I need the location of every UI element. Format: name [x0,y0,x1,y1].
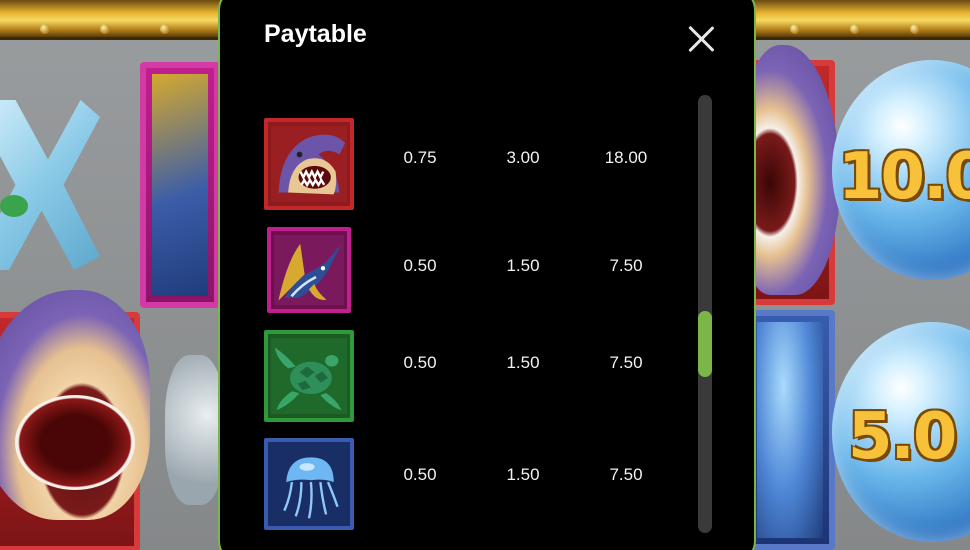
scrollbar-track[interactable] [698,95,712,533]
payout-value: 1.50 [506,353,540,372]
swordfish-icon [267,227,351,313]
modal-title: Paytable [264,20,367,48]
payout-value: 0.50 [403,256,437,275]
payout-value: 3.00 [506,148,540,167]
money-bubble-value: 5.0 [848,400,957,474]
payout-value: 18.00 [604,148,648,167]
bubble-symbol [165,355,225,505]
turtle-icon [264,330,354,422]
border-stud [100,24,110,34]
border-stud [40,24,50,34]
ice-x-gem [0,195,28,217]
jellyfish-icon [264,438,354,530]
shark-mouth [15,395,135,490]
close-icon[interactable] [684,22,718,56]
scrollbar-thumb[interactable] [698,311,712,377]
payout-value: 0.50 [403,465,437,484]
paytable-row: 0.50 1.50 7.50 [264,330,674,426]
payout-value: 1.50 [506,256,540,275]
paytable-row: 0.50 1.50 7.50 [264,438,674,534]
ice-x-symbol [0,100,100,270]
payout-value: 0.75 [403,148,437,167]
payout-value: 7.50 [609,256,643,275]
paytable-modal: Paytable 0.75 3.00 18.00 0.50 1.50 7.50 … [218,0,756,550]
paytable-row: 0.75 3.00 18.00 [264,115,674,211]
money-bubble-value: 10.0 [838,140,970,214]
border-stud [910,24,920,34]
shark-icon [264,118,354,210]
payout-value: 7.50 [609,465,643,484]
payout-value: 7.50 [609,353,643,372]
border-stud [790,24,800,34]
jellyfish-symbol-tile [745,310,835,550]
payout-value: 1.50 [506,465,540,484]
swordfish-symbol-tile [140,62,220,308]
border-stud [160,24,170,34]
payout-value: 0.50 [403,353,437,372]
border-stud [850,24,860,34]
paytable-row: 0.50 1.50 7.50 [264,224,674,320]
